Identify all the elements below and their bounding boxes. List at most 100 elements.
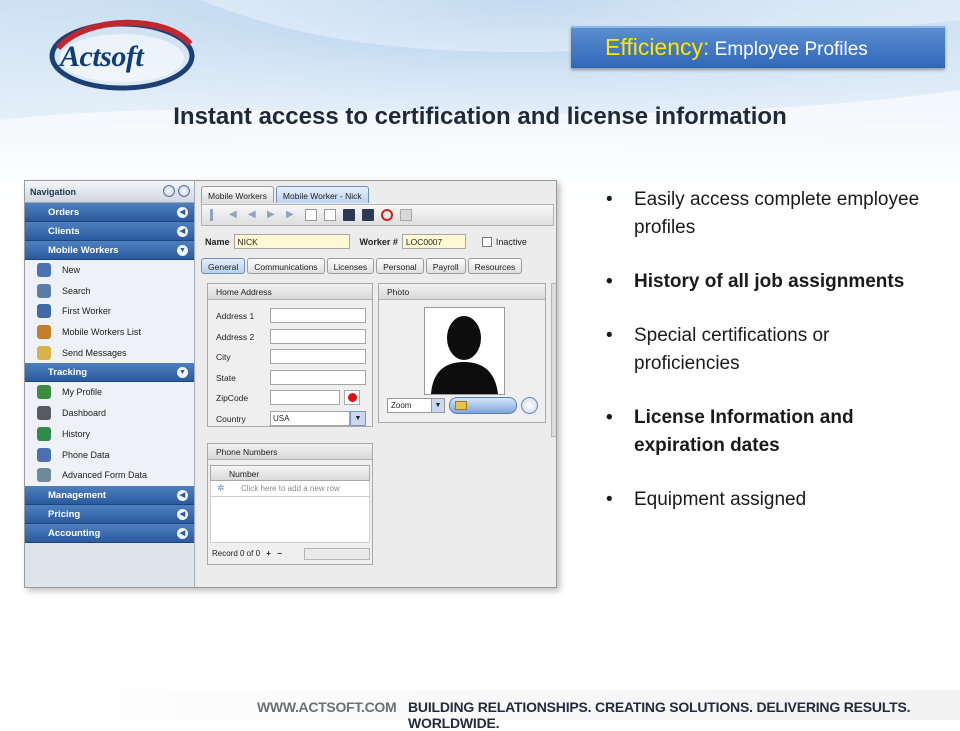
nav-item-my-profile[interactable]: My Profile <box>25 382 194 403</box>
home-address-panel: Home Address Address 1 Address 2 City State… <box>207 283 373 427</box>
bullet-item: Equipment assigned <box>606 486 926 514</box>
zoom-select[interactable]: Zoom ▼ <box>387 398 445 413</box>
edit-document-icon[interactable] <box>324 209 336 221</box>
photo-panel: Photo Zoom ▼ <box>378 283 546 423</box>
nav-section-label: Tracking <box>48 367 88 379</box>
name-label: Name <box>205 236 230 247</box>
nav-item-history[interactable]: History <box>25 424 194 445</box>
footer-website: WWW.ACTSOFT.COM <box>257 699 397 715</box>
tab-general[interactable]: General <box>201 258 246 274</box>
nav-section-label: Management <box>48 489 107 501</box>
horizontal-scrollbar[interactable] <box>304 548 370 560</box>
chevron-left-icon[interactable]: ◀ <box>177 508 188 520</box>
browse-photo-button[interactable] <box>449 397 517 414</box>
first-record-icon[interactable] <box>210 209 222 221</box>
nav-section-accounting[interactable]: Accounting ◀ <box>25 523 194 543</box>
add-row-placeholder[interactable]: ✲ Click here to add a new row <box>210 481 370 497</box>
chevron-down-icon[interactable]: ▼ <box>177 367 188 379</box>
record-toolbar: ◀ ◀ ▶ ▶ <box>201 204 554 226</box>
field-label: Address 2 <box>216 331 255 342</box>
worker-number-field[interactable]: LOC0007 <box>401 234 466 249</box>
nav-item-new[interactable]: New <box>25 260 194 281</box>
nav-section-mobile-workers[interactable]: Mobile Workers ▼ <box>25 241 194 260</box>
nav-item-mobile-workers-list[interactable]: Mobile Workers List <box>25 322 194 343</box>
nav-item-label: Advanced Form Data <box>62 470 148 481</box>
nav-collapse-button[interactable] <box>163 185 175 197</box>
nav-item-label: Phone Data <box>62 449 110 460</box>
nav-item-first-worker[interactable]: First Worker <box>25 301 194 322</box>
title-text: Employee Profiles <box>709 39 868 60</box>
person-silhouette-icon <box>425 308 504 394</box>
chevron-left-icon[interactable]: ◀ <box>177 226 188 237</box>
chevron-left-icon[interactable]: ◀ <box>177 527 188 539</box>
save-close-icon[interactable] <box>362 209 374 221</box>
address-1-input[interactable] <box>270 308 366 323</box>
tab-mobile-workers[interactable]: Mobile Workers <box>201 186 274 203</box>
dropdown-arrow-icon[interactable]: ▼ <box>431 399 444 412</box>
nav-item-label: Mobile Workers List <box>62 327 141 338</box>
zoom-value: Zoom <box>391 401 412 410</box>
dropdown-arrow-icon[interactable]: ▼ <box>350 411 366 426</box>
nav-item-advanced-form-data[interactable]: Advanced Form Data <box>25 465 194 486</box>
nav-section-management[interactable]: Management ◀ <box>25 485 194 505</box>
chevron-left-icon[interactable]: ◀ <box>177 207 188 218</box>
zipcode-input[interactable] <box>270 390 340 406</box>
nav-item-search[interactable]: Search <box>25 281 194 302</box>
navigation-panel: Navigation Orders ◀ Clients ◀ Mobile Workers… <box>25 181 195 587</box>
user-add-icon <box>37 263 51 277</box>
name-field[interactable]: NICK <box>233 234 350 249</box>
remove-record-button[interactable]: − <box>277 549 282 558</box>
scrollbar[interactable] <box>551 283 556 437</box>
previous-record-icon[interactable]: ◀ <box>248 209 260 221</box>
new-document-icon[interactable] <box>305 209 317 221</box>
app-screenshot: Navigation Orders ◀ Clients ◀ Mobile Workers… <box>24 180 557 588</box>
country-input[interactable]: USA <box>270 411 350 426</box>
bullet-list: Easily access complete employee profiles… <box>606 186 926 540</box>
nav-section-tracking[interactable]: Tracking ▼ <box>25 363 194 383</box>
user-icon <box>37 304 51 319</box>
cancel-icon[interactable] <box>381 209 393 221</box>
tab-resources[interactable]: Resources <box>467 258 523 274</box>
record-count: Record 0 of 0 <box>212 549 261 558</box>
field-label: City <box>216 352 231 363</box>
camera-icon[interactable] <box>521 397 538 414</box>
chevron-left-icon[interactable]: ◀ <box>177 489 188 501</box>
nav-item-label: Search <box>62 285 91 296</box>
nav-item-phone-data[interactable]: Phone Data <box>25 445 194 466</box>
copy-icon[interactable] <box>400 209 412 221</box>
add-record-button[interactable]: + <box>266 549 271 558</box>
tab-mobile-worker-nick[interactable]: Mobile Worker - Nick <box>275 186 369 203</box>
next-record-icon[interactable]: ▶ <box>267 209 279 221</box>
add-row-text: Click here to add a new row <box>241 484 340 493</box>
tab-communications[interactable]: Communications <box>247 258 325 274</box>
field-label: ZipCode <box>216 393 249 404</box>
nav-item-label: Send Messages <box>62 347 127 358</box>
save-icon[interactable] <box>343 209 355 221</box>
tab-personal[interactable]: Personal <box>376 258 424 274</box>
phone-numbers-panel: Phone Numbers Number ✲ Click here to add… <box>207 443 373 565</box>
nav-item-send-messages[interactable]: Send Messages <box>25 343 194 364</box>
main-content: Mobile Workers Mobile Worker - Nick ◀ ◀ ▶… <box>197 181 556 587</box>
previous-page-icon[interactable]: ◀ <box>229 209 241 221</box>
bullet-item: Special certifications or proficiencies <box>606 322 926 378</box>
nav-item-dashboard[interactable]: Dashboard <box>25 403 194 424</box>
last-record-icon[interactable]: ▶ <box>286 209 298 221</box>
slide-title-box: Efficiency: Employee Profiles <box>571 26 945 68</box>
panel-title: Home Address <box>208 284 372 300</box>
footer-tagline: BUILDING RELATIONSHIPS. CREATING SOLUTIO… <box>408 699 911 731</box>
state-input[interactable] <box>270 369 366 385</box>
city-input[interactable] <box>270 349 366 365</box>
bullet-item: Easily access complete employee profiles <box>606 186 926 242</box>
inactive-checkbox[interactable] <box>481 236 492 247</box>
nav-section-orders[interactable]: Orders ◀ <box>25 203 194 222</box>
chevron-down-icon[interactable]: ▼ <box>177 245 188 256</box>
worker-number-label: Worker # <box>359 236 398 247</box>
tab-licenses[interactable]: Licenses <box>326 258 375 274</box>
zipcode-lookup-icon[interactable] <box>344 390 360 406</box>
nav-expand-button[interactable] <box>178 185 190 197</box>
tab-payroll[interactable]: Payroll <box>425 258 466 274</box>
users-list-icon <box>37 325 51 340</box>
address-2-input[interactable] <box>270 328 366 344</box>
nav-section-pricing[interactable]: Pricing ◀ <box>25 504 194 524</box>
nav-section-clients[interactable]: Clients ◀ <box>25 222 194 241</box>
